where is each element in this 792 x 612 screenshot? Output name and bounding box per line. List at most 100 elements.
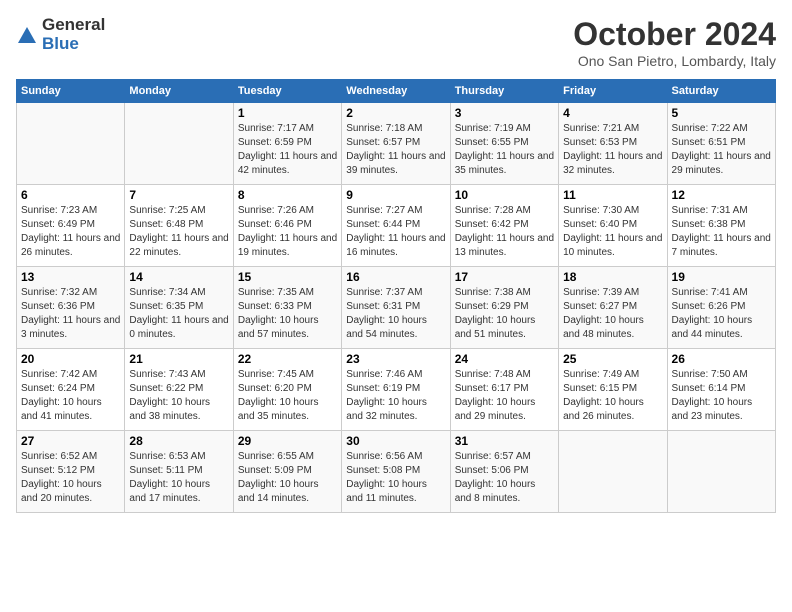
day-number: 16 xyxy=(346,270,445,284)
calendar-cell: 7Sunrise: 7:25 AMSunset: 6:48 PMDaylight… xyxy=(125,185,233,267)
day-info: Sunrise: 7:22 AMSunset: 6:51 PMDaylight:… xyxy=(672,122,771,178)
logo: General Blue xyxy=(16,16,105,53)
day-number: 19 xyxy=(672,270,771,284)
calendar-cell xyxy=(125,103,233,185)
calendar-cell: 27 Sunrise: 6:52 AMSunset: 5:12 PMDayligh… xyxy=(17,431,125,513)
day-number: 24 xyxy=(455,352,554,366)
day-info: Sunrise: 6:55 AMSunset: 5:09 PMDaylight:… xyxy=(238,450,337,506)
day-info: Sunrise: 7:46 AMSunset: 6:19 PMDaylight:… xyxy=(346,368,445,424)
week-row-2: 13 Sunrise: 7:32 AMSunset: 6:36 PMDayligh… xyxy=(17,267,776,349)
day-info: Sunrise: 7:39 AMSunset: 6:27 PMDaylight:… xyxy=(563,286,662,342)
day-number: 15 xyxy=(238,270,337,284)
day-number: 22 xyxy=(238,352,337,366)
logo-blue-text: Blue xyxy=(42,34,79,53)
day-number: 4 xyxy=(563,106,662,120)
weekday-header-monday: Monday xyxy=(125,80,233,103)
week-row-4: 27 Sunrise: 6:52 AMSunset: 5:12 PMDayligh… xyxy=(17,431,776,513)
day-number: 26 xyxy=(672,352,771,366)
calendar-cell: 8Sunrise: 7:26 AMSunset: 6:46 PMDaylight… xyxy=(233,185,341,267)
day-number: 25 xyxy=(563,352,662,366)
day-info: Sunrise: 7:37 AMSunset: 6:31 PMDaylight:… xyxy=(346,286,445,342)
weekday-header-friday: Friday xyxy=(559,80,667,103)
day-number: 13 xyxy=(21,270,120,284)
day-info: Sunrise: 7:41 AMSunset: 6:26 PMDaylight:… xyxy=(672,286,771,342)
calendar-cell: 5 Sunrise: 7:22 AMSunset: 6:51 PMDaylight… xyxy=(667,103,775,185)
calendar-cell: 28 Sunrise: 6:53 AMSunset: 5:11 PMDayligh… xyxy=(125,431,233,513)
day-number: 10 xyxy=(455,188,554,202)
calendar-cell: 6 Sunrise: 7:23 AMSunset: 6:49 PMDaylight… xyxy=(17,185,125,267)
day-number: 23 xyxy=(346,352,445,366)
calendar-cell: 21 Sunrise: 7:43 AMSunset: 6:22 PMDayligh… xyxy=(125,349,233,431)
day-info: Sunrise: 7:27 AMSunset: 6:44 PMDaylight:… xyxy=(346,204,445,260)
day-number: 2 xyxy=(346,106,445,120)
calendar-cell: 2 Sunrise: 7:18 AMSunset: 6:57 PMDaylight… xyxy=(342,103,450,185)
day-info: Sunrise: 7:32 AMSunset: 6:36 PMDaylight:… xyxy=(21,286,120,342)
day-info: Sunrise: 6:57 AMSunset: 5:06 PMDaylight:… xyxy=(455,450,554,506)
day-info: Sunrise: 7:34 AMSunset: 6:35 PMDaylight:… xyxy=(129,286,228,342)
day-info: Sunrise: 7:18 AMSunset: 6:57 PMDaylight:… xyxy=(346,122,445,178)
day-number: 30 xyxy=(346,434,445,448)
day-number: 31 xyxy=(455,434,554,448)
day-number: 12 xyxy=(672,188,771,202)
day-number: 1 xyxy=(238,106,337,120)
day-number: 11 xyxy=(563,188,662,202)
week-row-1: 6 Sunrise: 7:23 AMSunset: 6:49 PMDaylight… xyxy=(17,185,776,267)
week-row-0: 1 Sunrise: 7:17 AMSunset: 6:59 PMDaylight… xyxy=(17,103,776,185)
calendar-cell: 11Sunrise: 7:30 AMSunset: 6:40 PMDayligh… xyxy=(559,185,667,267)
month-title: October 2024 xyxy=(573,16,776,53)
calendar-cell xyxy=(667,431,775,513)
day-info: Sunrise: 7:31 AMSunset: 6:38 PMDaylight:… xyxy=(672,204,771,260)
day-info: Sunrise: 7:35 AMSunset: 6:33 PMDaylight:… xyxy=(238,286,337,342)
day-number: 9 xyxy=(346,188,445,202)
day-number: 6 xyxy=(21,188,120,202)
day-info: Sunrise: 7:48 AMSunset: 6:17 PMDaylight:… xyxy=(455,368,554,424)
weekday-header-row: SundayMondayTuesdayWednesdayThursdayFrid… xyxy=(17,80,776,103)
day-number: 28 xyxy=(129,434,228,448)
day-info: Sunrise: 7:25 AMSunset: 6:48 PMDaylight:… xyxy=(129,204,228,260)
calendar-cell: 23 Sunrise: 7:46 AMSunset: 6:19 PMDayligh… xyxy=(342,349,450,431)
calendar-cell: 13 Sunrise: 7:32 AMSunset: 6:36 PMDayligh… xyxy=(17,267,125,349)
day-number: 21 xyxy=(129,352,228,366)
calendar-cell: 22Sunrise: 7:45 AMSunset: 6:20 PMDayligh… xyxy=(233,349,341,431)
calendar-cell: 16 Sunrise: 7:37 AMSunset: 6:31 PMDayligh… xyxy=(342,267,450,349)
logo-icon xyxy=(16,25,38,47)
day-number: 17 xyxy=(455,270,554,284)
day-info: Sunrise: 6:52 AMSunset: 5:12 PMDaylight:… xyxy=(21,450,120,506)
calendar-cell: 10 Sunrise: 7:28 AMSunset: 6:42 PMDayligh… xyxy=(450,185,558,267)
calendar-cell: 4 Sunrise: 7:21 AMSunset: 6:53 PMDaylight… xyxy=(559,103,667,185)
calendar-cell: 18Sunrise: 7:39 AMSunset: 6:27 PMDayligh… xyxy=(559,267,667,349)
day-info: Sunrise: 7:43 AMSunset: 6:22 PMDaylight:… xyxy=(129,368,228,424)
day-info: Sunrise: 7:42 AMSunset: 6:24 PMDaylight:… xyxy=(21,368,120,424)
calendar-cell: 24 Sunrise: 7:48 AMSunset: 6:17 PMDayligh… xyxy=(450,349,558,431)
calendar-cell: 14 Sunrise: 7:34 AMSunset: 6:35 PMDayligh… xyxy=(125,267,233,349)
weekday-header-wednesday: Wednesday xyxy=(342,80,450,103)
weekday-header-sunday: Sunday xyxy=(17,80,125,103)
calendar-cell: 30Sunrise: 6:56 AMSunset: 5:08 PMDayligh… xyxy=(342,431,450,513)
day-number: 5 xyxy=(672,106,771,120)
calendar-cell: 29 Sunrise: 6:55 AMSunset: 5:09 PMDayligh… xyxy=(233,431,341,513)
day-info: Sunrise: 7:23 AMSunset: 6:49 PMDaylight:… xyxy=(21,204,120,260)
day-info: Sunrise: 7:38 AMSunset: 6:29 PMDaylight:… xyxy=(455,286,554,342)
calendar-cell: 26 Sunrise: 7:50 AMSunset: 6:14 PMDayligh… xyxy=(667,349,775,431)
day-info: Sunrise: 6:53 AMSunset: 5:11 PMDaylight:… xyxy=(129,450,228,506)
header: General Blue October 2024 Ono San Pietro… xyxy=(16,16,776,69)
day-info: Sunrise: 7:26 AMSunset: 6:46 PMDaylight:… xyxy=(238,204,337,260)
calendar-cell: 1 Sunrise: 7:17 AMSunset: 6:59 PMDaylight… xyxy=(233,103,341,185)
day-info: Sunrise: 7:21 AMSunset: 6:53 PMDaylight:… xyxy=(563,122,662,178)
day-info: Sunrise: 7:17 AMSunset: 6:59 PMDaylight:… xyxy=(238,122,337,178)
calendar-cell: 19 Sunrise: 7:41 AMSunset: 6:26 PMDayligh… xyxy=(667,267,775,349)
day-info: Sunrise: 7:50 AMSunset: 6:14 PMDaylight:… xyxy=(672,368,771,424)
calendar-cell: 12 Sunrise: 7:31 AMSunset: 6:38 PMDayligh… xyxy=(667,185,775,267)
day-number: 27 xyxy=(21,434,120,448)
weekday-header-thursday: Thursday xyxy=(450,80,558,103)
calendar-cell: 9 Sunrise: 7:27 AMSunset: 6:44 PMDaylight… xyxy=(342,185,450,267)
logo-general-text: General xyxy=(42,15,105,34)
title-section: October 2024 Ono San Pietro, Lombardy, I… xyxy=(573,16,776,69)
day-number: 14 xyxy=(129,270,228,284)
calendar-table: SundayMondayTuesdayWednesdayThursdayFrid… xyxy=(16,79,776,513)
calendar-page: General Blue October 2024 Ono San Pietro… xyxy=(0,0,792,521)
day-info: Sunrise: 7:28 AMSunset: 6:42 PMDaylight:… xyxy=(455,204,554,260)
day-number: 3 xyxy=(455,106,554,120)
calendar-cell xyxy=(559,431,667,513)
day-number: 29 xyxy=(238,434,337,448)
